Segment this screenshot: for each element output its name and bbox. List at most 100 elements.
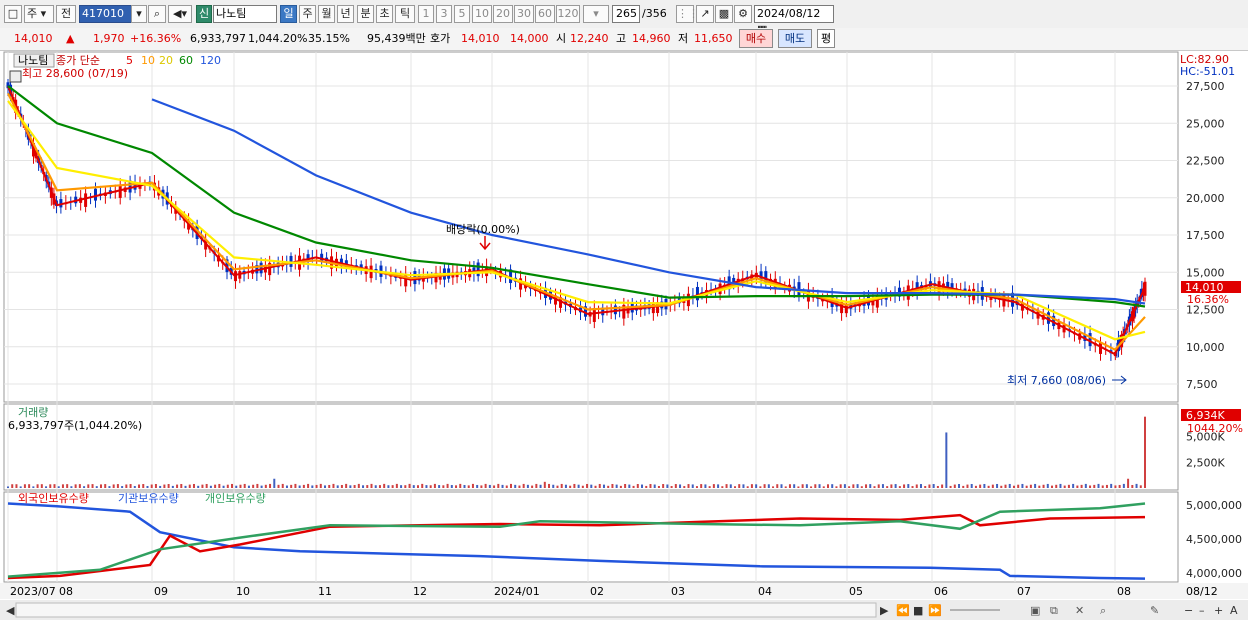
scrollbar-track[interactable] bbox=[15, 602, 877, 618]
volume-bar bbox=[1046, 483, 1049, 488]
prev-button[interactable]: 전 bbox=[56, 5, 76, 23]
volume-bar bbox=[780, 484, 783, 488]
holdings-tick: 4,500,000 bbox=[1186, 533, 1242, 546]
period-second[interactable]: 초 bbox=[376, 5, 393, 23]
volume-bar bbox=[953, 484, 956, 488]
price-tick: 27,500 bbox=[1186, 80, 1225, 93]
code-input[interactable]: 417010 bbox=[79, 5, 139, 23]
zoom-in-icon[interactable]: + bbox=[1214, 604, 1223, 617]
interval-1[interactable]: 1 bbox=[418, 5, 434, 23]
volume-bar bbox=[463, 484, 466, 488]
interval-30[interactable]: 30 bbox=[514, 5, 534, 23]
calculator-icon[interactable] bbox=[9, 70, 22, 83]
volume-bar bbox=[95, 486, 98, 488]
volume-bar bbox=[598, 483, 601, 488]
volume-tick: 2,500K bbox=[1186, 456, 1225, 469]
scroll-right-icon[interactable]: ▶ bbox=[880, 604, 889, 617]
interval-3[interactable]: 3 bbox=[436, 5, 452, 23]
volume-bar bbox=[188, 484, 191, 488]
edit-icon[interactable]: ✎ bbox=[1150, 604, 1159, 617]
interval-5[interactable]: 5 bbox=[454, 5, 470, 23]
gear-icon[interactable]: ⚙ bbox=[734, 5, 752, 23]
volume-bar bbox=[1072, 483, 1075, 488]
volume-bar bbox=[176, 484, 179, 488]
rewind-icon[interactable]: ⏪ bbox=[896, 604, 910, 617]
date-input[interactable]: 2024/08/12 ▦ bbox=[754, 5, 834, 36]
volume-bar bbox=[843, 484, 846, 488]
period-minute[interactable]: 분 bbox=[357, 5, 374, 23]
volume-bar bbox=[687, 484, 690, 488]
copy-icon[interactable]: ⧉ bbox=[1050, 604, 1058, 617]
volume-bar bbox=[932, 484, 935, 488]
interval-10[interactable]: 10 bbox=[472, 5, 492, 23]
interval-60[interactable]: 60 bbox=[535, 5, 555, 23]
volume-bar bbox=[154, 484, 157, 488]
zoom-out-icon[interactable]: − bbox=[1184, 604, 1193, 617]
period-day[interactable]: 일 bbox=[280, 5, 297, 23]
volume-bar bbox=[1093, 484, 1096, 488]
period-year[interactable]: 년 bbox=[337, 5, 354, 23]
period-week[interactable]: 주 bbox=[299, 5, 316, 23]
volume-bar bbox=[831, 484, 834, 488]
volume-bar bbox=[209, 485, 212, 488]
volume-bar bbox=[848, 486, 851, 488]
volume-bar bbox=[163, 484, 166, 488]
grid-icon[interactable]: ⋮⋮ bbox=[676, 5, 699, 23]
interval-dropdown[interactable]: ▾ bbox=[583, 5, 609, 23]
volume-bar bbox=[915, 484, 918, 488]
cross-icon[interactable]: ✕ bbox=[1075, 604, 1084, 617]
volume-bar bbox=[467, 485, 470, 488]
interval-20[interactable]: 20 bbox=[493, 5, 513, 23]
speaker-icon[interactable]: ◀▾ bbox=[168, 5, 192, 23]
volume-bar bbox=[746, 486, 749, 488]
volume-bar bbox=[23, 484, 26, 488]
volume-bar bbox=[505, 485, 508, 488]
volume-bar bbox=[704, 484, 707, 488]
volume-bar bbox=[387, 485, 390, 488]
sell-button[interactable]: 매도 bbox=[778, 29, 812, 48]
volume-bar bbox=[1038, 485, 1041, 488]
period-month[interactable]: 월 bbox=[318, 5, 335, 23]
fastforward-icon[interactable]: ⏩ bbox=[928, 604, 942, 617]
open-label: 시 bbox=[556, 32, 567, 45]
volume-bar bbox=[835, 486, 838, 488]
volume-bar bbox=[556, 485, 559, 488]
volume-bar bbox=[717, 484, 720, 488]
search-icon[interactable]: ⌕ bbox=[148, 5, 166, 23]
expand-icon[interactable]: ↗ bbox=[696, 5, 714, 23]
volume-last-percent: 1044.20% bbox=[1187, 422, 1243, 435]
max-marker: 최고 28,600 (07/19) bbox=[22, 67, 128, 80]
volume-bar bbox=[983, 483, 986, 488]
volume-bar bbox=[49, 484, 52, 488]
volume-bar bbox=[877, 484, 880, 488]
volume-bar bbox=[514, 484, 517, 488]
scroll-left-icon[interactable]: ◀ bbox=[6, 604, 15, 617]
candle-body bbox=[476, 262, 480, 277]
stock-name-field[interactable]: 나노팀 bbox=[213, 5, 277, 23]
volume-bar bbox=[1114, 485, 1117, 488]
font-icon[interactable]: A bbox=[1230, 604, 1238, 617]
volume-bar bbox=[340, 484, 343, 488]
code-dropdown-icon[interactable]: ▾ bbox=[131, 5, 147, 23]
mode-select[interactable]: 주 ▾ bbox=[24, 5, 54, 23]
layout-icon[interactable]: ▣ bbox=[1030, 604, 1040, 617]
period-tick[interactable]: 틱 bbox=[395, 5, 415, 23]
count-input[interactable]: 265 bbox=[612, 5, 640, 23]
volume-bar bbox=[201, 484, 204, 488]
minus-icon[interactable]: – bbox=[1199, 604, 1205, 617]
stop-icon[interactable]: ■ bbox=[913, 604, 923, 617]
window-icon[interactable]: □ bbox=[4, 5, 22, 23]
volume-bar bbox=[374, 485, 377, 488]
eval-button[interactable]: 평 bbox=[817, 29, 835, 48]
volume-bar bbox=[471, 483, 474, 488]
volume-bar bbox=[869, 484, 872, 488]
volume-bar bbox=[881, 484, 884, 488]
save-icon[interactable]: ▩ bbox=[715, 5, 733, 23]
volume-bar bbox=[70, 486, 73, 488]
buy-button[interactable]: 매수 bbox=[739, 29, 773, 48]
interval-120[interactable]: 120 bbox=[556, 5, 580, 23]
search-zoom-icon[interactable]: ⌕ bbox=[1100, 604, 1106, 617]
volume-bar bbox=[1084, 483, 1087, 488]
dividend-label: 배당락(0.00%) bbox=[446, 223, 520, 236]
stock-chart[interactable]: 27,50025,00022,50020,00017,50015,00012,5… bbox=[0, 50, 1248, 621]
